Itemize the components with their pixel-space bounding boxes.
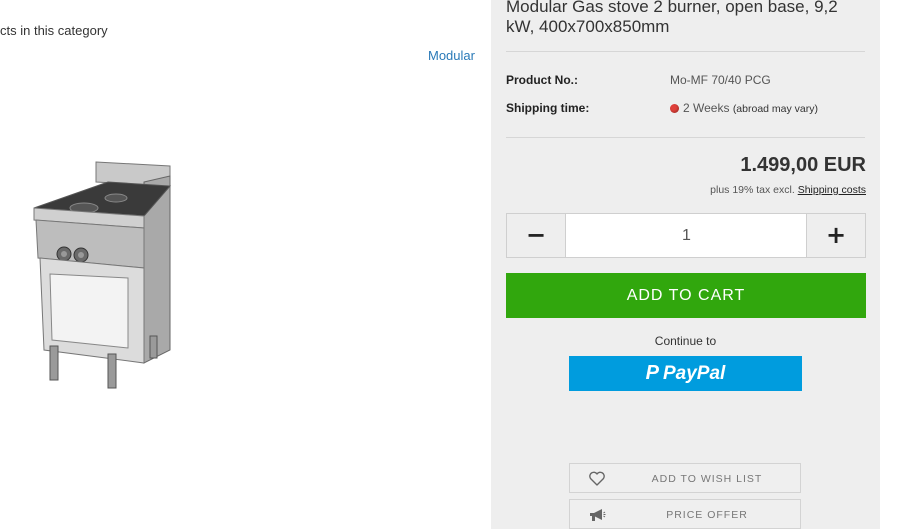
quantity-decrease-button[interactable]: − (507, 214, 566, 257)
shipping-costs-link[interactable]: Shipping costs (798, 184, 866, 196)
quantity-input[interactable] (568, 214, 805, 257)
product-buybox: Modular Gas stove 2 burner, open base, 9… (491, 0, 880, 529)
divider (506, 137, 865, 138)
price-offer-label: PRICE OFFER (666, 509, 748, 521)
category-product-count: cts in this category (0, 23, 108, 38)
heart-icon (589, 471, 605, 486)
product-title: Modular Gas stove 2 burner, open base, 9… (506, 0, 838, 36)
paypal-button[interactable]: P PayPal (569, 356, 802, 391)
shipping-time-value: 2 Weeks (abroad may vary) (670, 101, 818, 115)
tax-text: plus 19% tax excl. (710, 184, 795, 196)
add-to-wishlist-button[interactable]: ADD TO WISH LIST (569, 463, 801, 493)
product-price: 1.499,00 EUR (740, 154, 866, 176)
product-no-value: Mo-MF 70/40 PCG (670, 73, 771, 87)
quantity-stepper: − + (506, 213, 866, 258)
tax-note: plus 19% tax excl. Shipping costs (710, 184, 866, 196)
wishlist-label: ADD TO WISH LIST (651, 473, 763, 485)
price-offer-button[interactable]: PRICE OFFER (569, 499, 801, 529)
product-no-label: Product No.: (506, 73, 578, 87)
continue-to-label: Continue to (654, 334, 717, 348)
product-image[interactable] (28, 158, 176, 394)
megaphone-icon (590, 509, 606, 521)
burner-right (104, 193, 128, 203)
shipping-status-dot-icon (670, 104, 679, 113)
add-to-cart-button[interactable]: ADD TO CART (506, 273, 866, 318)
shipping-time-note: (abroad may vary) (732, 103, 819, 115)
paypal-logo-icon: P (645, 362, 659, 384)
divider (506, 51, 865, 52)
shipping-time-label: Shipping time: (506, 101, 590, 115)
shipping-time-text: 2 Weeks (683, 101, 730, 115)
brand-link[interactable]: Modular (428, 48, 475, 63)
paypal-label: PayPal (663, 363, 726, 384)
quantity-increase-button[interactable]: + (806, 214, 865, 257)
